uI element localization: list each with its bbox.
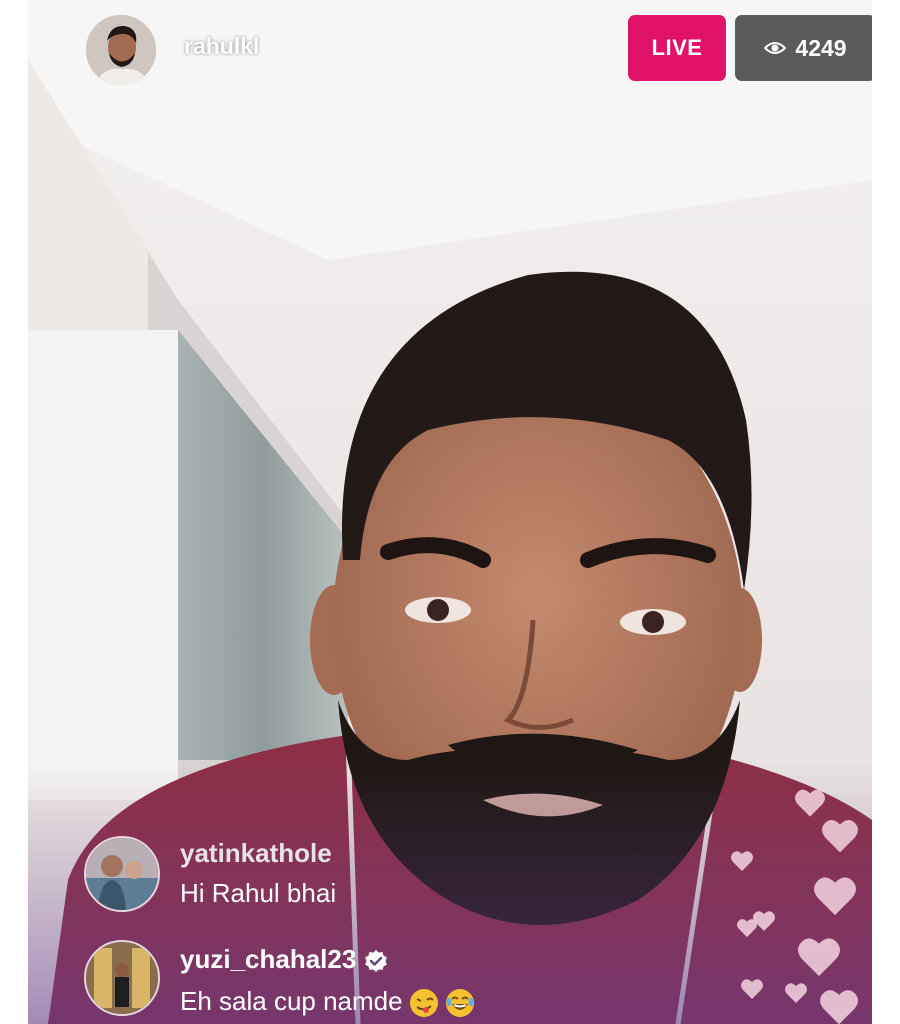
- commenter-avatar-image: [86, 838, 158, 910]
- heart-icon: [818, 988, 860, 1024]
- commenter-avatar[interactable]: [84, 940, 160, 1016]
- commenter-avatar-image: [86, 942, 158, 1014]
- host-avatar[interactable]: [84, 13, 158, 87]
- heart-icon: [740, 978, 764, 1005]
- host-avatar-image: [86, 15, 156, 85]
- commenter-avatar[interactable]: [84, 836, 160, 912]
- comment-username[interactable]: yatinkathole: [180, 838, 332, 869]
- comment-text: Eh sala cup namde: [180, 986, 475, 1018]
- comment-text: Hi Rahul bhai: [180, 878, 337, 908]
- live-badge: LIVE: [628, 15, 726, 81]
- heart-icon: [796, 936, 842, 983]
- verified-badge-icon: [365, 950, 388, 973]
- live-video-stage: rahulkl LIVE 4249 yatinkathole Hi Rahul …: [28, 0, 872, 1024]
- wink-tongue-emoji-icon: [409, 989, 438, 1018]
- laughing-tears-emoji-icon: [445, 989, 474, 1018]
- viewer-count: 4249: [795, 34, 847, 61]
- eye-icon: [764, 42, 787, 54]
- heart-icon: [730, 850, 754, 877]
- heart-icon: [736, 918, 758, 943]
- comment-username[interactable]: yuzi_chahal23: [180, 944, 388, 975]
- host-username[interactable]: rahulkl: [184, 33, 259, 60]
- heart-icon: [784, 982, 808, 1009]
- heart-icon: [812, 875, 858, 922]
- viewer-count-badge[interactable]: 4249: [735, 15, 872, 81]
- heart-icon: [820, 818, 860, 859]
